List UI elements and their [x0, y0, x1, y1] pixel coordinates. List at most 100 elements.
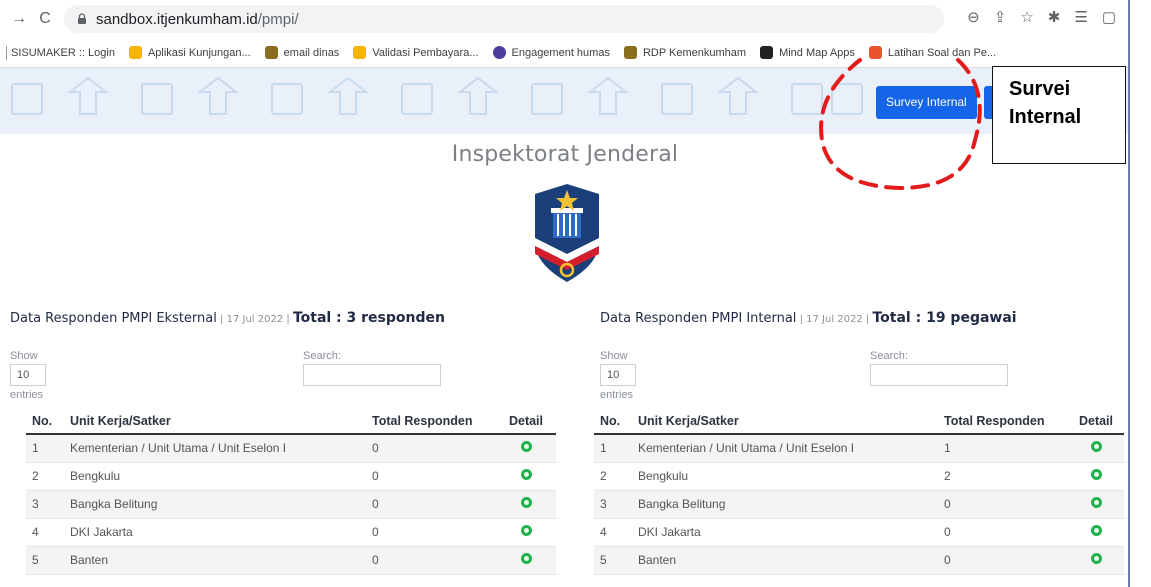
url-path: /pmpi/	[257, 10, 299, 28]
survey-internal-button[interactable]: Survey Internal	[876, 86, 977, 119]
side-panel-icon[interactable]: ▢	[1102, 8, 1116, 26]
bookmark-item[interactable]: RDP Kemenkumham	[623, 46, 747, 59]
bookmark-item[interactable]: email dinas	[264, 46, 339, 59]
external-search-input[interactable]	[303, 364, 441, 386]
col-header-total[interactable]: Total Responden	[938, 408, 1068, 435]
cell-detail	[496, 518, 556, 547]
bookmarks-bar: SISUMAKER :: Login Aplikasi Kunjungan...…	[0, 38, 1128, 68]
cell-detail	[1068, 434, 1124, 463]
detail-icon[interactable]	[1090, 497, 1102, 508]
cell-unit: Bengkulu	[632, 462, 938, 491]
cell-no: 3	[594, 490, 632, 519]
separator	[6, 45, 7, 60]
bookmark-label: Mind Map Apps	[779, 46, 855, 59]
cell-total: 1	[938, 434, 1068, 463]
cell-unit: Kementerian / Unit Utama / Unit Eselon I	[64, 434, 366, 463]
bookmark-label: Validasi Pembayara...	[372, 46, 479, 59]
internal-panel-title: Data Responden PMPI Internal | 17 Jul 20…	[600, 310, 1017, 326]
internal-entries-select[interactable]: 10	[600, 364, 636, 386]
detail-icon[interactable]	[520, 469, 532, 480]
table-row: 1 Kementerian / Unit Utama / Unit Eselon…	[26, 434, 556, 463]
cell-total: 2	[938, 462, 1068, 491]
detail-icon[interactable]	[1090, 553, 1102, 564]
url-host: sandbox.itjenkumham.id	[96, 10, 258, 28]
bookmark-label: RDP Kemenkumham	[642, 46, 747, 59]
col-header-unit[interactable]: Unit Kerja/Satker	[64, 408, 366, 435]
bookmark-item[interactable]: SISUMAKER :: Login	[6, 45, 115, 60]
external-entries-label: entries	[10, 389, 44, 401]
cell-unit: Bangka Belitung	[64, 490, 366, 519]
cell-total: 0	[366, 518, 496, 547]
external-table: No. Unit Kerja/Satker Total Responden De…	[26, 408, 556, 575]
cell-detail	[1068, 546, 1124, 575]
detail-icon[interactable]	[1090, 441, 1102, 453]
col-header-detail[interactable]: Detail	[496, 408, 556, 435]
external-search-label: Search:	[303, 350, 341, 362]
bookmark-label: SISUMAKER :: Login	[11, 46, 115, 59]
internal-title: Data Responden PMPI Internal	[600, 311, 797, 326]
external-panel-title: Data Responden PMPI Eksternal | 17 Jul 2…	[10, 310, 445, 326]
zoom-icon[interactable]: ⊖	[967, 8, 980, 26]
external-entries-select[interactable]: 10	[10, 364, 46, 386]
bookmark-favicon-icon	[868, 46, 882, 59]
cell-unit: Bangka Belitung	[632, 490, 938, 519]
cell-total: 0	[938, 546, 1068, 575]
internal-search-input[interactable]	[870, 364, 1008, 386]
cell-total: 0	[366, 490, 496, 519]
internal-total: Total : 19 pegawai	[872, 310, 1017, 326]
cell-no: 2	[594, 462, 632, 491]
cell-unit: DKI Jakarta	[64, 518, 366, 547]
table-row: 1 Kementerian / Unit Utama / Unit Eselon…	[594, 434, 1124, 463]
detail-icon[interactable]	[520, 525, 532, 536]
table-row: 3 Bangka Belitung 0	[594, 490, 1124, 519]
cell-total: 0	[938, 490, 1068, 519]
detail-icon[interactable]	[520, 497, 532, 508]
bookmark-item[interactable]: Mind Map Apps	[760, 46, 855, 59]
cell-no: 2	[26, 462, 64, 491]
cell-total: 0	[366, 462, 496, 491]
bookmark-item[interactable]: Engagement humas	[492, 46, 610, 59]
bookmark-item[interactable]: Aplikasi Kunjungan...	[128, 46, 251, 59]
address-bar: → C sandbox.itjenkumham.id/pmpi/ ⊖ ⇪ ☆ ✱…	[0, 0, 1128, 38]
cell-unit: DKI Jakarta	[632, 518, 938, 547]
cell-unit: Banten	[632, 546, 938, 575]
bookmark-favicon-icon	[492, 46, 506, 59]
col-header-total[interactable]: Total Responden	[366, 408, 496, 435]
cell-no: 5	[594, 546, 632, 575]
cell-detail	[496, 434, 556, 463]
cell-detail	[496, 490, 556, 519]
forward-arrow-icon[interactable]: →	[6, 10, 32, 28]
bookmark-item[interactable]: Latihan Soal dan Pe...	[868, 46, 996, 59]
reading-list-icon[interactable]: ☰	[1074, 8, 1087, 26]
col-header-no[interactable]: No.	[594, 408, 632, 435]
col-header-unit[interactable]: Unit Kerja/Satker	[632, 408, 938, 435]
star-icon[interactable]: ☆	[1020, 8, 1033, 26]
cell-unit: Banten	[64, 546, 366, 575]
detail-icon[interactable]	[520, 441, 532, 453]
bookmark-item[interactable]: Validasi Pembayara...	[353, 46, 479, 59]
cell-detail	[1068, 462, 1124, 491]
share-icon[interactable]: ⇪	[994, 8, 1007, 26]
cell-no: 5	[26, 546, 64, 575]
annotation-line-1: Survei	[1009, 78, 1071, 100]
detail-icon[interactable]	[1090, 469, 1102, 480]
internal-search-label: Search:	[870, 350, 908, 362]
annotation-callout: Survei Internal	[992, 66, 1126, 164]
detail-icon[interactable]	[520, 553, 532, 564]
table-row: 5 Banten 0	[594, 546, 1124, 575]
col-header-detail[interactable]: Detail	[1068, 408, 1124, 435]
cell-detail	[496, 462, 556, 491]
detail-icon[interactable]	[1090, 525, 1102, 536]
reload-icon[interactable]: C	[32, 10, 58, 28]
site-header-band: Survey Internal	[0, 68, 1128, 134]
url-field[interactable]: sandbox.itjenkumham.id/pmpi/	[64, 5, 944, 33]
internal-table: No. Unit Kerja/Satker Total Responden De…	[594, 408, 1124, 575]
col-header-no[interactable]: No.	[26, 408, 64, 435]
bookmark-favicon-icon	[264, 46, 278, 59]
cell-no: 1	[26, 434, 64, 463]
external-date: | 17 Jul 2022 |	[216, 314, 293, 325]
lock-icon	[78, 13, 86, 24]
extensions-icon[interactable]: ✱	[1048, 8, 1061, 26]
table-row: 4 DKI Jakarta 0	[26, 518, 556, 547]
internal-date: | 17 Jul 2022 |	[796, 314, 873, 325]
